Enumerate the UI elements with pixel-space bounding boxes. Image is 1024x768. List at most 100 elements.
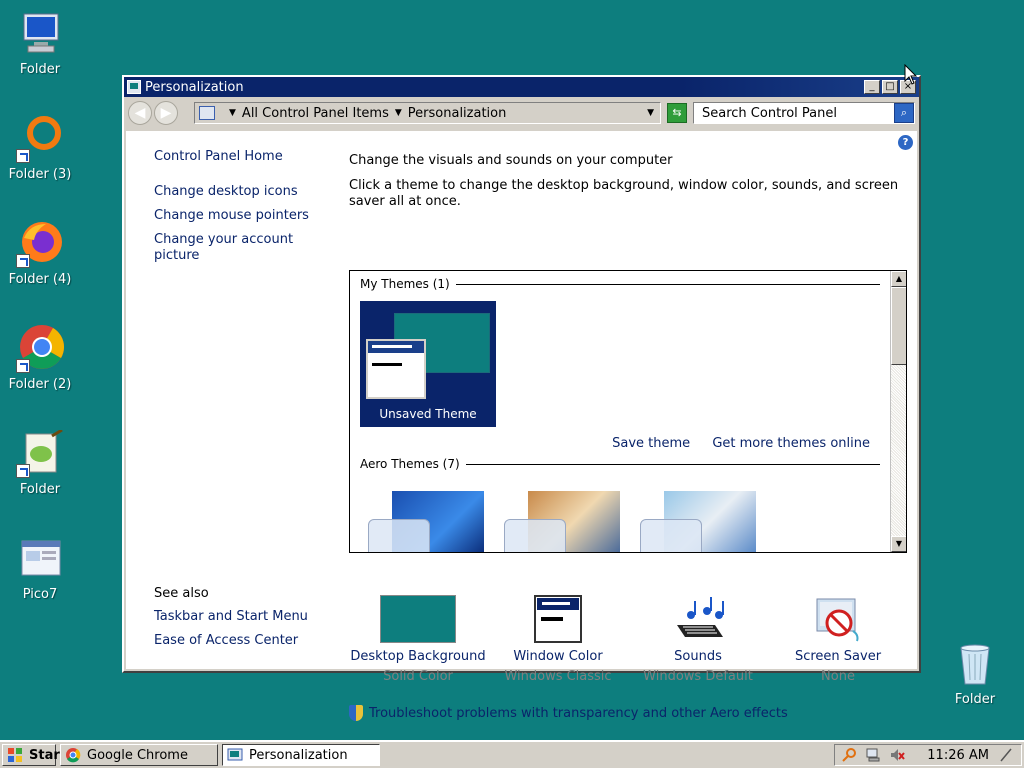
shortcut-arrow-icon (16, 464, 30, 478)
screen-saver-value: None (821, 669, 855, 684)
desktop-icon-pico7[interactable]: Pico7 (0, 535, 80, 603)
group-divider (455, 283, 880, 285)
notepad-icon (16, 428, 64, 478)
back-button[interactable]: ◀ (128, 101, 152, 125)
shield-icon (349, 705, 363, 721)
window-titlebar[interactable]: Personalization _ □ × (124, 77, 919, 97)
desktop-icon-label: Folder (19, 62, 61, 77)
address-bar[interactable]: ▼ All Control Panel Items ▼ Personalizat… (194, 102, 661, 124)
clock[interactable]: 11:26 AM (927, 748, 989, 763)
scrollbar-thumb[interactable] (891, 287, 906, 365)
window-color-icon (488, 595, 628, 645)
unsaved-theme-label: Unsaved Theme (379, 407, 477, 421)
breadcrumb-all-control-panel-items[interactable]: All Control Panel Items (242, 106, 389, 121)
desktop-icon-label: Folder (4) (8, 272, 72, 287)
window-color-setting[interactable]: Window Color Windows Classic (488, 595, 628, 684)
get-more-themes-link[interactable]: Get more themes online (712, 436, 870, 451)
my-themes-label: My Themes (1) (360, 277, 450, 291)
troubleshoot-link[interactable]: Troubleshoot problems with transparency … (349, 705, 788, 721)
help-icon[interactable]: ? (898, 135, 913, 150)
see-also-heading: See also (154, 586, 209, 601)
scroll-down-icon[interactable]: ▼ (891, 536, 906, 552)
theme-links: Save theme Get more themes online (594, 436, 870, 451)
screen-saver-setting[interactable]: Screen Saver None (768, 595, 908, 684)
chrome-icon (65, 747, 81, 763)
taskbar-app-chrome[interactable]: Google Chrome (60, 744, 218, 766)
change-desktop-icons-link[interactable]: Change desktop icons (154, 184, 324, 200)
chevron-down-icon[interactable]: ▼ (395, 108, 402, 118)
desktop-icon-label: Folder (19, 482, 61, 497)
aero-glass-preview (368, 519, 430, 552)
group-divider (465, 463, 880, 465)
sounds-link[interactable]: Sounds (628, 649, 768, 664)
desktop-icon-label: Folder (2) (8, 377, 72, 392)
desktop-background-link[interactable]: Desktop Background (348, 649, 488, 664)
recycle-bin-icon (951, 640, 999, 688)
breadcrumb-personalization[interactable]: Personalization (408, 106, 507, 121)
aero-theme-tile[interactable] (636, 489, 756, 552)
taskbar: Start Google Chrome Personalization 11:2… (0, 740, 1024, 768)
desktop-background-setting[interactable]: Desktop Background Solid Color (348, 595, 488, 684)
desktop-icon-label: Folder (3) (8, 167, 72, 182)
aero-themes-label: Aero Themes (7) (360, 457, 460, 471)
volume-muted-icon[interactable] (889, 747, 906, 763)
sounds-icon (628, 595, 768, 645)
firefox-icon (16, 220, 64, 268)
see-also-section: See also Taskbar and Start Menu Ease of … (154, 586, 334, 657)
desktop-background-value: Solid Color (383, 669, 453, 684)
control-panel-home-link[interactable]: Control Panel Home (154, 149, 324, 165)
unsaved-theme-tile[interactable]: Unsaved Theme (360, 301, 496, 427)
desktop-icon-folder-4[interactable]: Folder (4) (0, 220, 80, 288)
page-title: Change the visuals and sounds on your co… (349, 153, 673, 168)
shortcut-arrow-icon (16, 359, 30, 373)
sounds-setting[interactable]: Sounds Windows Default (628, 595, 768, 684)
desktop-icon-recycle-bin[interactable]: Folder (935, 640, 1015, 708)
desktop-icon-folder-notepad[interactable]: Folder (0, 428, 80, 498)
start-button[interactable]: Start (2, 744, 66, 766)
forward-arrow-icon: ▶ (160, 105, 172, 121)
main-header: Change the visuals and sounds on your co… (349, 153, 909, 210)
refresh-button[interactable]: ⇆ (667, 103, 687, 123)
screen-saver-link[interactable]: Screen Saver (768, 649, 908, 664)
shortcut-arrow-icon (16, 254, 30, 268)
control-panel-icon (199, 106, 215, 120)
personalization-app-icon (127, 80, 141, 94)
search-icon[interactable] (841, 747, 857, 763)
taskbar-start-menu-link[interactable]: Taskbar and Start Menu (154, 609, 334, 625)
change-account-picture-link[interactable]: Change your account picture (154, 232, 324, 264)
desktop-icon-folder-2[interactable]: Folder (2) (0, 325, 80, 393)
show-desktop-icon[interactable] (999, 747, 1015, 763)
aero-themes-group: Aero Themes (7) (360, 457, 880, 471)
network-icon[interactable] (865, 747, 881, 763)
chevron-down-icon[interactable]: ▼ (229, 108, 236, 118)
window-color-value: Windows Classic (504, 669, 612, 684)
taskbar-app-personalization[interactable]: Personalization (222, 744, 380, 766)
aero-theme-tile[interactable] (364, 489, 484, 552)
orange-ring-icon (16, 115, 64, 163)
preview-line (372, 363, 402, 366)
desktop-icon-folder-computer[interactable]: Folder (0, 10, 80, 78)
search-placeholder: Search Control Panel (702, 105, 837, 121)
maximize-button[interactable]: □ (882, 80, 898, 94)
themes-scrollbar[interactable]: ▲ ▼ (890, 271, 906, 552)
theme-settings-row: Desktop Background Solid Color Window Co… (349, 595, 909, 695)
ease-of-access-link[interactable]: Ease of Access Center (154, 633, 334, 649)
window-color-link[interactable]: Window Color (488, 649, 628, 664)
computer-icon (16, 10, 64, 58)
search-input[interactable]: Search Control Panel ⌕ (693, 102, 915, 124)
preview-titlebar (368, 341, 424, 353)
desktop-icon-folder-3[interactable]: Folder (3) (0, 115, 80, 183)
aero-theme-tile[interactable] (500, 489, 620, 552)
address-dropdown-icon[interactable]: ▼ (647, 108, 654, 118)
document-window-icon (16, 535, 64, 583)
save-theme-link[interactable]: Save theme (612, 436, 690, 451)
forward-button[interactable]: ▶ (154, 101, 178, 125)
desktop-icon-label: Pico7 (22, 587, 58, 602)
change-mouse-pointers-link[interactable]: Change mouse pointers (154, 208, 324, 224)
windows-logo-icon (7, 747, 23, 763)
page-description: Click a theme to change the desktop back… (349, 178, 899, 209)
minimize-button[interactable]: _ (864, 80, 880, 94)
search-icon[interactable]: ⌕ (894, 103, 914, 123)
address-toolbar: ◀ ▶ ▼ All Control Panel Items ▼ Personal… (124, 97, 919, 129)
scroll-up-icon[interactable]: ▲ (891, 271, 906, 287)
